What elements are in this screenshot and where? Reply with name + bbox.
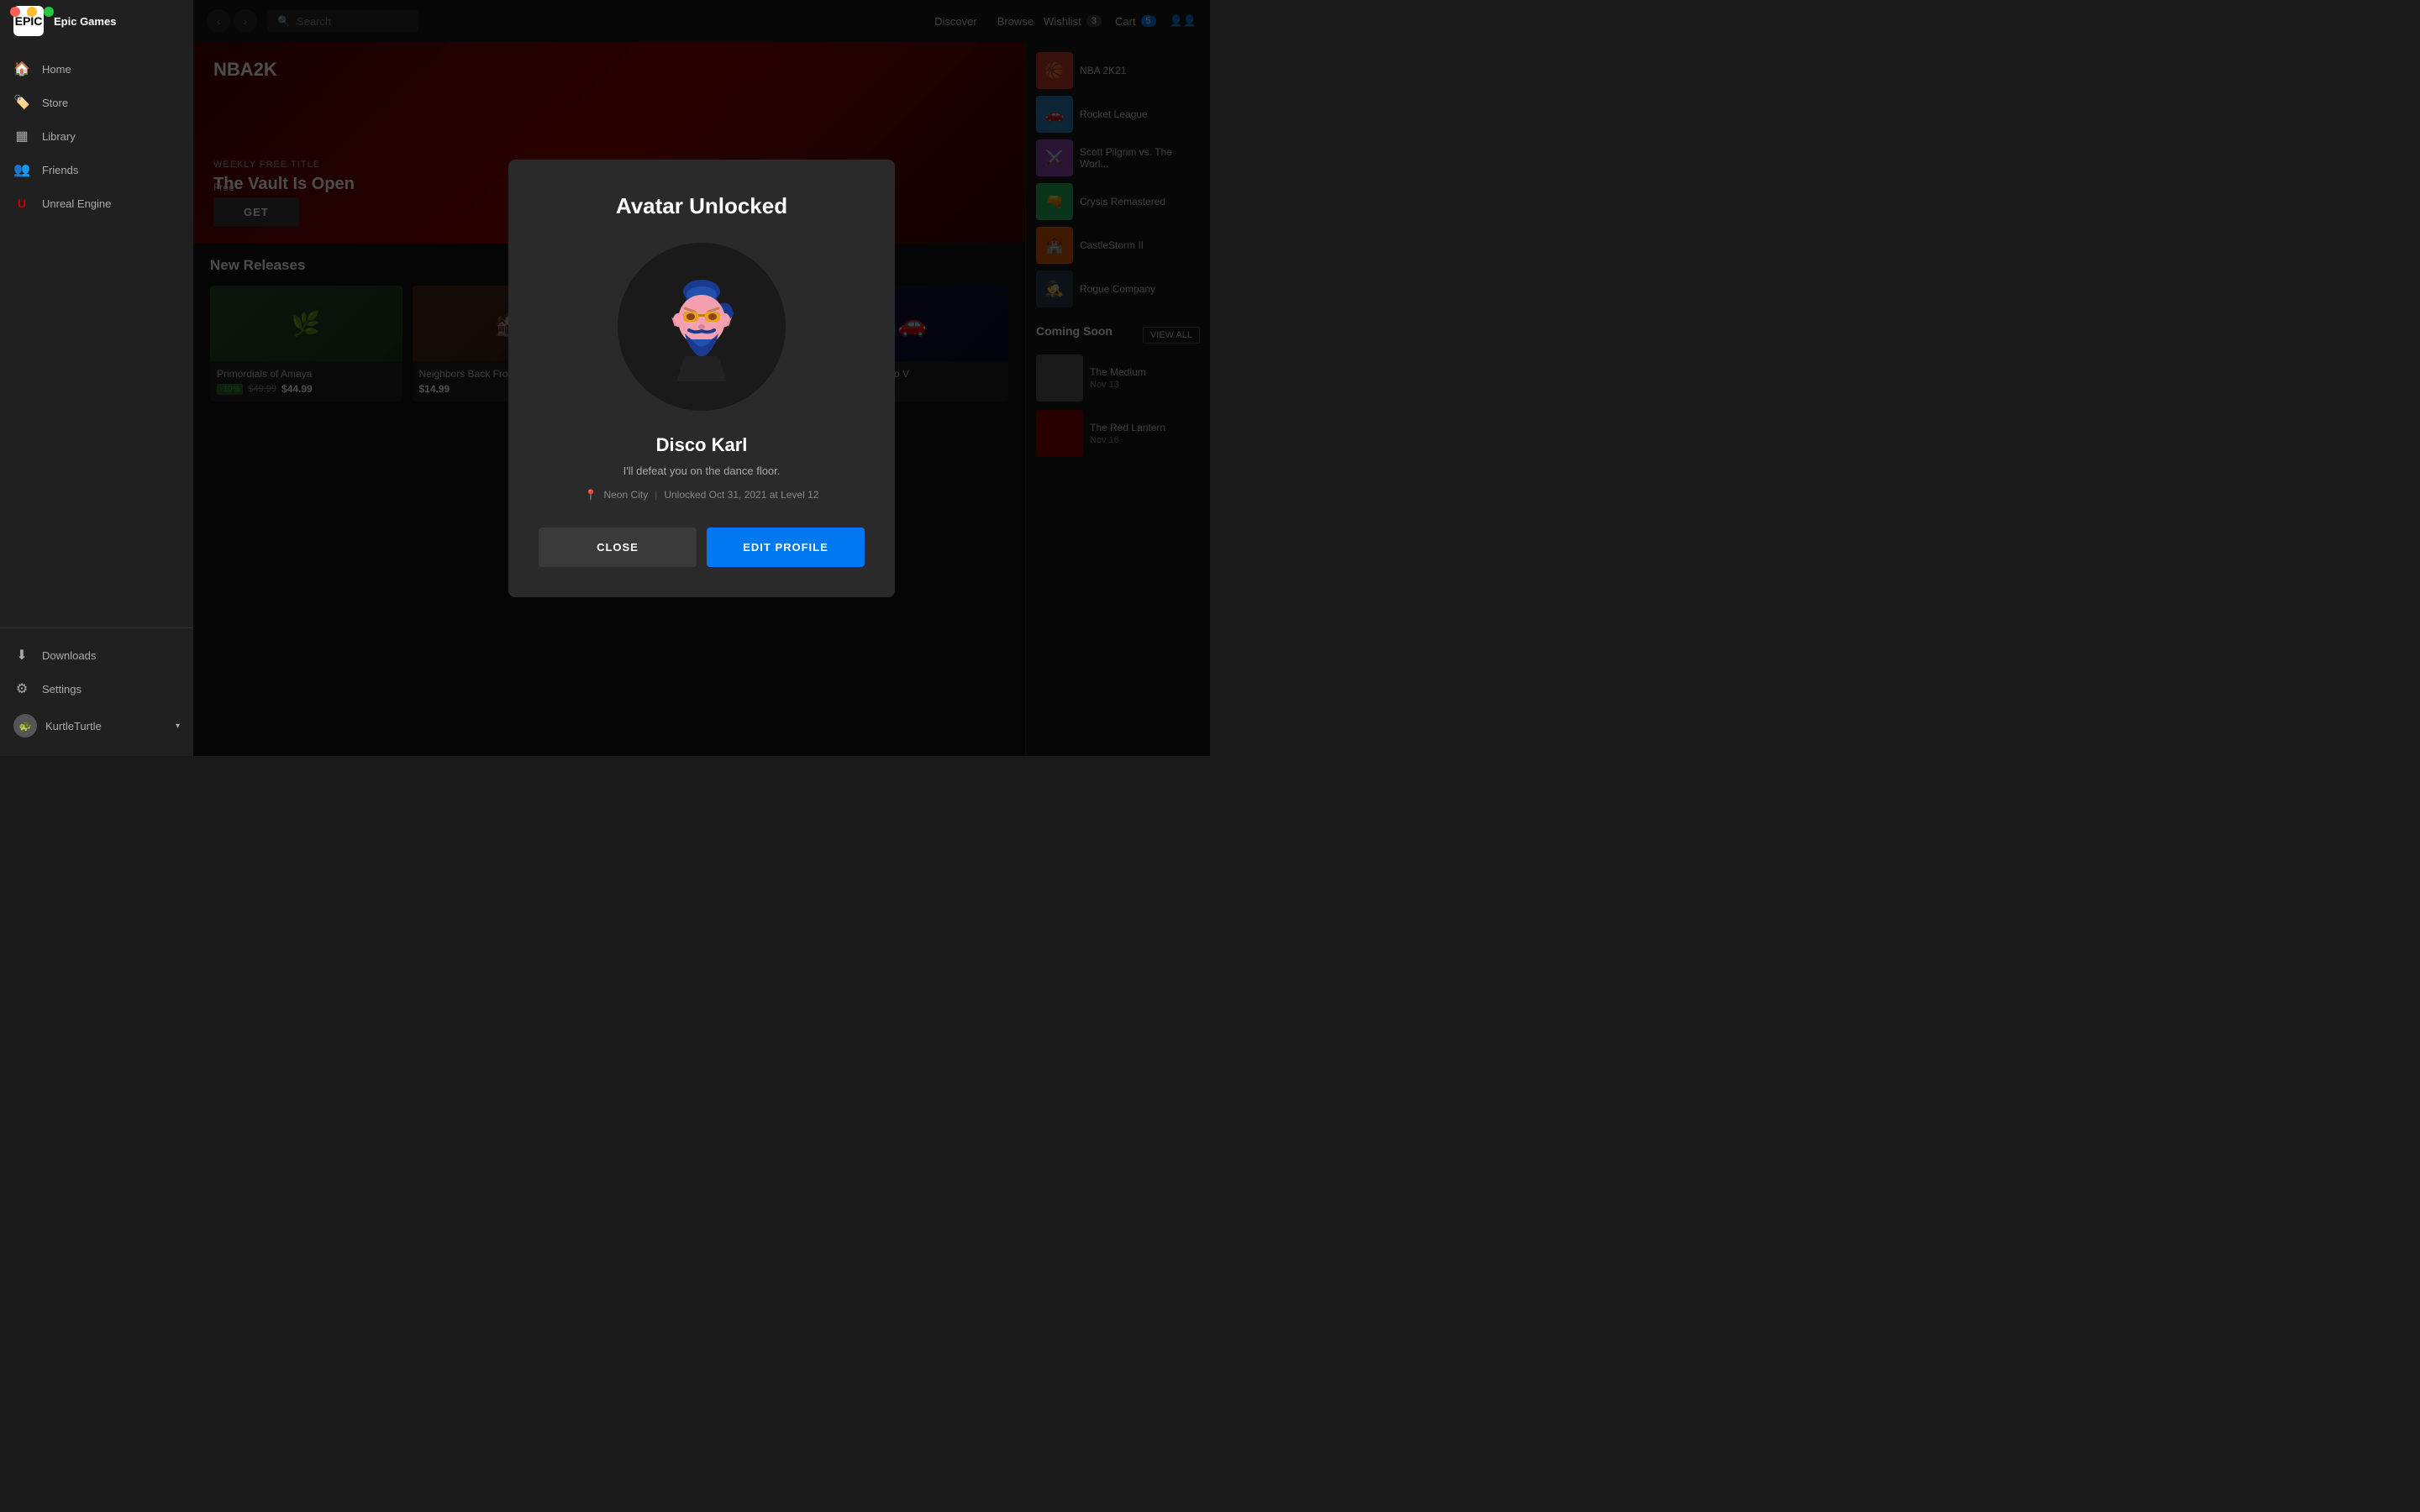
sidebar-item-unreal[interactable]: U Unreal Engine xyxy=(0,186,193,220)
modal-overlay: Avatar Unlocked xyxy=(193,0,1210,756)
downloads-icon: ⬇ xyxy=(13,647,30,664)
avatar-circle xyxy=(618,243,786,411)
store-icon: 🏷️ xyxy=(13,94,30,111)
sidebar-item-downloads[interactable]: ⬇ Downloads xyxy=(0,638,193,672)
sidebar-item-label-settings: Settings xyxy=(42,683,82,696)
avatar-svg xyxy=(634,260,769,394)
user-avatar: 🐢 xyxy=(13,714,37,738)
avatar-meta: 📍 Neon City | Unlocked Oct 31, 2021 at L… xyxy=(585,489,819,501)
close-button[interactable]: CLOSE xyxy=(539,528,697,567)
edit-profile-button[interactable]: EDIT PROFILE xyxy=(707,528,865,567)
settings-icon: ⚙ xyxy=(13,680,30,697)
close-traffic-light[interactable] xyxy=(10,7,20,17)
sidebar-nav: 🏠 Home 🏷️ Store ▦ Library 👥 Friends U Un… xyxy=(0,42,193,627)
sidebar-item-label-downloads: Downloads xyxy=(42,649,96,662)
user-name: KurtleTurtle xyxy=(45,720,102,732)
avatar-desc: I'll defeat you on the dance floor. xyxy=(623,465,781,477)
sidebar-item-home[interactable]: 🏠 Home xyxy=(0,52,193,86)
user-profile-item[interactable]: 🐢 KurtleTurtle ▾ xyxy=(0,706,193,746)
sidebar: EPIC Epic Games 🏠 Home 🏷️ Store ▦ Librar… xyxy=(0,0,193,756)
unreal-icon: U xyxy=(13,195,30,212)
user-chevron-icon: ▾ xyxy=(176,722,180,731)
avatar-unlock-info: Unlocked Oct 31, 2021 at Level 12 xyxy=(664,489,818,501)
modal-title: Avatar Unlocked xyxy=(616,193,787,219)
avatar-location: Neon City xyxy=(604,489,649,501)
sidebar-item-label-store: Store xyxy=(42,97,68,109)
modal-buttons: CLOSE EDIT PROFILE xyxy=(539,528,865,567)
sidebar-item-label-library: Library xyxy=(42,130,76,143)
main-content: ‹ › 🔍 Search Discover Browse Wishlist 3 … xyxy=(193,0,1210,756)
sidebar-item-friends[interactable]: 👥 Friends xyxy=(0,153,193,186)
friends-icon: 👥 xyxy=(13,161,30,178)
sidebar-item-label-friends: Friends xyxy=(42,164,78,176)
sidebar-item-store[interactable]: 🏷️ Store xyxy=(0,86,193,119)
meta-separator: | xyxy=(655,489,657,501)
traffic-lights xyxy=(10,7,54,17)
sidebar-item-settings[interactable]: ⚙ Settings xyxy=(0,672,193,706)
fullscreen-traffic-light[interactable] xyxy=(44,7,54,17)
sidebar-brand-name: Epic Games xyxy=(54,15,116,28)
home-icon: 🏠 xyxy=(13,60,30,77)
sidebar-item-label-home: Home xyxy=(42,63,71,76)
avatar-name: Disco Karl xyxy=(656,434,748,456)
sidebar-bottom: ⬇ Downloads ⚙ Settings 🐢 KurtleTurtle ▾ xyxy=(0,627,193,756)
location-icon: 📍 xyxy=(585,489,597,501)
sidebar-item-library[interactable]: ▦ Library xyxy=(0,119,193,153)
minimize-traffic-light[interactable] xyxy=(27,7,37,17)
library-icon: ▦ xyxy=(13,128,30,144)
sidebar-item-label-unreal: Unreal Engine xyxy=(42,197,111,210)
modal: Avatar Unlocked xyxy=(508,160,895,597)
